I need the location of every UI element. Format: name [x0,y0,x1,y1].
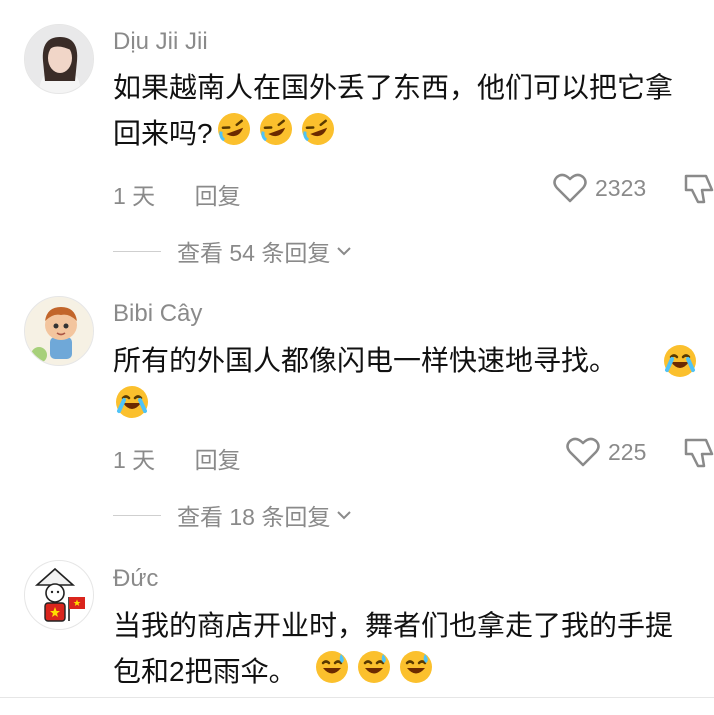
heart-icon [553,173,587,203]
avatar[interactable] [24,560,94,630]
like-button[interactable]: 2323 [553,172,646,204]
comment-meta: 1 天 回复 [113,177,241,211]
comment-text: 所有的外国人都像闪电一样快速地寻找。 [113,339,714,434]
vietnam-flag-character-icon [25,561,93,629]
grinning-sweat-tears-icon [661,342,699,393]
username[interactable]: Đức [113,565,158,593]
rolling-on-floor-laughing-icon [257,110,295,161]
grinning-sweat-icon [313,648,351,699]
comment-text-line: 所有的外国人都像闪电一样快速地寻找。 [113,345,618,376]
grinning-sweat-tears-icon [113,383,151,434]
reply-button[interactable]: 回复 [195,183,241,209]
grinning-sweat-icon [355,648,393,699]
comment-text-line: 包和2把雨伞。 [113,655,297,687]
heart-icon [566,437,600,467]
view-replies-button[interactable]: 查看 54 条回复 [113,234,352,268]
dislike-icon [684,438,714,468]
reply-button[interactable]: 回复 [195,447,241,473]
like-count: 2323 [595,174,647,201]
grinning-sweat-icon [397,648,435,699]
like-count: 225 [608,438,647,465]
divider-line [113,514,161,516]
comment-text-line: 当我的商店开业时，舞者们也拿走了我的手提 [113,610,674,641]
username[interactable]: Dịu Jii Jii [113,28,208,56]
view-replies-label: 查看 54 条回复 [177,240,331,266]
comment-text-line-2 [113,383,714,434]
chevron-down-icon [337,247,352,256]
cartoon-character-icon [25,297,93,365]
comment-text-line: 回来吗? [113,117,213,149]
divider-line [113,250,161,252]
comment-text-line: 如果越南人在国外丢了东西，他们可以把它拿 [113,72,674,103]
username[interactable]: Bibi Cây [113,300,202,328]
comment-text-line-1: 所有的外国人都像闪电一样快速地寻找。 [113,339,714,383]
avatar[interactable] [24,24,94,94]
avatar[interactable] [24,296,94,366]
dislike-icon [684,174,714,204]
dislike-button[interactable] [684,436,714,475]
comment-text-line-2: 包和2把雨伞。 [113,648,714,699]
chevron-down-icon [337,511,352,520]
dislike-button[interactable] [684,172,714,211]
comment-meta: 1 天 回复 [113,441,241,475]
bottom-divider [0,697,714,698]
timestamp: 1 天 [113,183,156,209]
comment-text-line-2: 回来吗? [113,110,714,161]
view-replies-button[interactable]: 查看 18 条回复 [113,498,352,532]
comment-text: 当我的商店开业时，舞者们也拿走了我的手提 包和2把雨伞。 [113,604,714,699]
rolling-on-floor-laughing-icon [215,110,253,161]
timestamp: 1 天 [113,447,156,473]
like-button[interactable]: 225 [566,436,646,468]
user-photo-icon [25,25,93,93]
comment-text: 如果越南人在国外丢了东西，他们可以把它拿 回来吗? [113,66,714,161]
rolling-on-floor-laughing-icon [299,110,337,161]
view-replies-label: 查看 18 条回复 [177,504,331,530]
